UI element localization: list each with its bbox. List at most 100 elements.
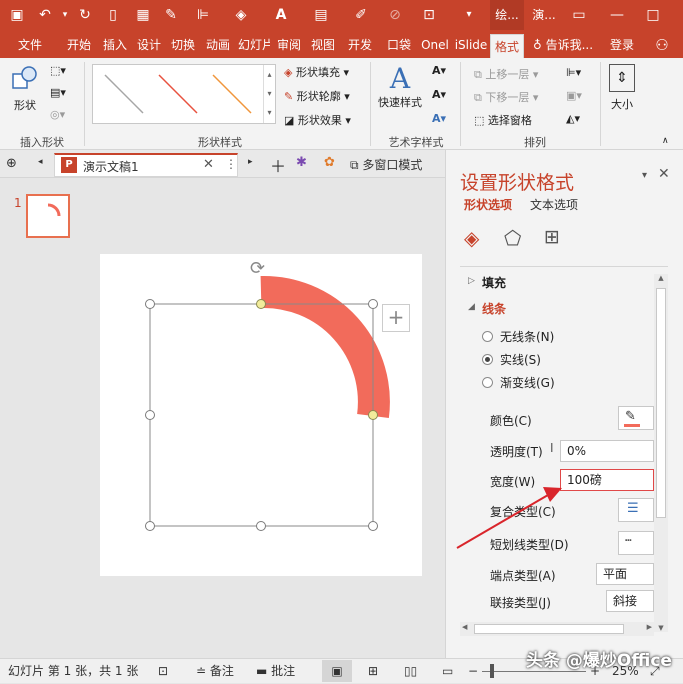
tab-menu-icon[interactable]: ⋮ <box>225 157 237 171</box>
slideshow-icon[interactable]: ▭ <box>442 659 453 684</box>
circle-icon[interactable]: ⊘ <box>386 6 404 24</box>
resize-handle-ne[interactable] <box>368 299 378 309</box>
shape-style-gallery[interactable]: ▴ ▾ ▾ <box>92 64 276 124</box>
tab-design[interactable]: 设计 <box>134 30 164 58</box>
bring-forward-button[interactable]: ⧉ 上移一层 ▾ <box>474 66 538 82</box>
layout-options-plus-icon[interactable]: + <box>382 304 410 332</box>
magic-icon[interactable]: ✱ <box>296 155 307 170</box>
tab-islide[interactable]: iSlide <box>454 30 488 58</box>
adjust-handle-start[interactable] <box>256 299 266 309</box>
shape-effect-button[interactable]: ◪ 形状效果 ▾ <box>284 112 351 128</box>
context-tab-document[interactable]: 演... <box>524 0 564 30</box>
tab-developer[interactable]: 开发 <box>344 30 376 58</box>
resize-handle-sw[interactable] <box>145 521 155 531</box>
radio-solid-line[interactable] <box>482 354 493 365</box>
undo-dropdown-icon[interactable]: ▾ <box>56 6 74 24</box>
brush-icon[interactable]: ✐ <box>352 6 370 24</box>
tab-onekey[interactable]: Onel <box>418 30 452 58</box>
resize-handle-se[interactable] <box>368 521 378 531</box>
style-preset-2[interactable] <box>158 74 198 114</box>
redo-icon[interactable]: ↻ <box>76 6 94 24</box>
scroll-left-icon[interactable]: ◂ <box>38 157 43 167</box>
shape-fill-button[interactable]: ◈ 形状填充 ▾ <box>284 64 349 80</box>
screen-icon[interactable]: ⊡ <box>420 6 438 24</box>
rotate-button[interactable]: ◭▾ <box>566 112 580 125</box>
cap-type-dropdown[interactable]: 平面 <box>596 563 654 585</box>
reading-view-icon[interactable]: ▯▯ <box>404 659 417 684</box>
zoom-out-icon[interactable]: − <box>468 659 478 684</box>
restore-icon[interactable]: ▭ <box>570 6 588 24</box>
tab-home[interactable]: 开始 <box>64 30 94 58</box>
align-button[interactable]: ⊫▾ <box>566 66 581 79</box>
text-fill-icon[interactable]: A▾ <box>432 64 446 77</box>
text-outline-icon[interactable]: A▾ <box>432 88 446 101</box>
slide-sorter-icon[interactable]: ⊞ <box>368 659 378 684</box>
tab-transitions[interactable]: 切换 <box>168 30 198 58</box>
fill-icon[interactable]: ◈ <box>232 6 250 24</box>
tab-view[interactable]: 视图 <box>308 30 338 58</box>
tab-file[interactable]: 文件 <box>8 30 52 58</box>
login-link[interactable]: 登录 <box>604 30 640 58</box>
scroll-right-icon[interactable]: ▸ <box>248 157 253 167</box>
paste-icon[interactable]: ▤ <box>312 6 330 24</box>
scroll-up-icon[interactable]: ▲ <box>654 274 668 282</box>
slide-thumbnail[interactable] <box>26 194 70 238</box>
shapes-button[interactable]: 形状 <box>8 64 42 118</box>
pane-horizontal-scrollbar[interactable]: ◀ ▶ <box>460 622 654 636</box>
effects-pentagon-icon[interactable]: ⬠ <box>504 226 521 250</box>
section-line[interactable]: 线条 <box>482 300 506 317</box>
zoom-slider-thumb[interactable] <box>490 664 494 678</box>
settings-gear-icon[interactable]: ✿ <box>324 155 335 170</box>
rotate-handle-icon[interactable]: ⟳ <box>250 258 265 279</box>
radio-gradient-line[interactable] <box>482 377 493 388</box>
minimize-icon[interactable]: — <box>608 6 626 24</box>
zoom-slider-track[interactable] <box>482 671 586 672</box>
tab-format[interactable]: 格式 <box>490 34 524 58</box>
multi-window-button[interactable]: ⧉ 多窗口模式 <box>350 156 422 173</box>
context-tab-drawing[interactable]: 绘... <box>490 0 524 30</box>
text-effect-icon[interactable]: A▾ <box>432 112 446 125</box>
tell-me-box[interactable]: ♁ 告诉我... <box>530 30 596 58</box>
transparency-slider-thumb[interactable]: I <box>550 441 554 455</box>
send-backward-button[interactable]: ⧉ 下移一层 ▾ <box>474 89 538 105</box>
tab-text-options[interactable]: 文本选项 <box>530 196 578 213</box>
tab-presentation1[interactable]: P 演示文稿1 ✕ ⋮ <box>54 153 238 177</box>
compound-type-dropdown[interactable]: ☰ <box>618 498 654 522</box>
table-icon[interactable]: ▦ <box>134 6 152 24</box>
resize-handle-s[interactable] <box>256 521 266 531</box>
edit-shape-icon[interactable]: ⬚▾ <box>50 64 66 77</box>
spell-check-icon[interactable]: ⊡ <box>158 659 168 684</box>
group-button[interactable]: ▣▾ <box>566 89 582 102</box>
arc-shape[interactable] <box>260 275 390 419</box>
resize-handle-nw[interactable] <box>145 299 155 309</box>
pane-close-icon[interactable]: ✕ <box>658 166 670 182</box>
style-preset-3[interactable] <box>212 74 252 114</box>
undo-icon[interactable]: ↶ <box>36 6 54 24</box>
hscroll-thumb[interactable] <box>474 624 624 634</box>
font-color-icon[interactable]: A <box>272 6 290 24</box>
selection-pane-button[interactable]: ⬚ 选择窗格 <box>474 112 532 128</box>
notes-button[interactable]: ≐ 备注 <box>196 659 234 684</box>
adjust-handle-end[interactable] <box>368 410 378 420</box>
scrollbar-thumb[interactable] <box>656 288 666 518</box>
transparency-input[interactable]: 0% <box>560 440 654 462</box>
tab-slideshow[interactable]: 幻灯片 <box>238 30 270 58</box>
maximize-icon[interactable]: □ <box>644 6 662 24</box>
join-type-dropdown[interactable]: 斜接 <box>606 590 654 612</box>
collapse-ribbon-icon[interactable]: ∧ <box>662 136 669 146</box>
radio-no-line[interactable] <box>482 331 493 342</box>
option-gradient-line[interactable]: 渐变线(G) <box>500 374 555 391</box>
width-input[interactable]: 100磅 <box>560 469 654 491</box>
tab-review[interactable]: 审阅 <box>274 30 304 58</box>
option-solid-line[interactable]: 实线(S) <box>500 351 541 368</box>
expand-fill-icon[interactable]: ▷ <box>468 276 475 286</box>
merge-shapes-icon[interactable]: ◎▾ <box>50 108 65 121</box>
color-picker-button[interactable]: ✎ <box>618 406 654 430</box>
scroll-down-icon[interactable]: ▼ <box>654 624 668 632</box>
close-tab-icon[interactable]: ✕ <box>203 157 214 172</box>
tab-insert[interactable]: 插入 <box>100 30 130 58</box>
size-button[interactable]: ⇕ 大小 <box>606 64 638 112</box>
tab-animations[interactable]: 动画 <box>203 30 233 58</box>
style-preset-1[interactable] <box>104 74 144 114</box>
size-properties-icon[interactable]: ⊞ <box>544 226 560 248</box>
